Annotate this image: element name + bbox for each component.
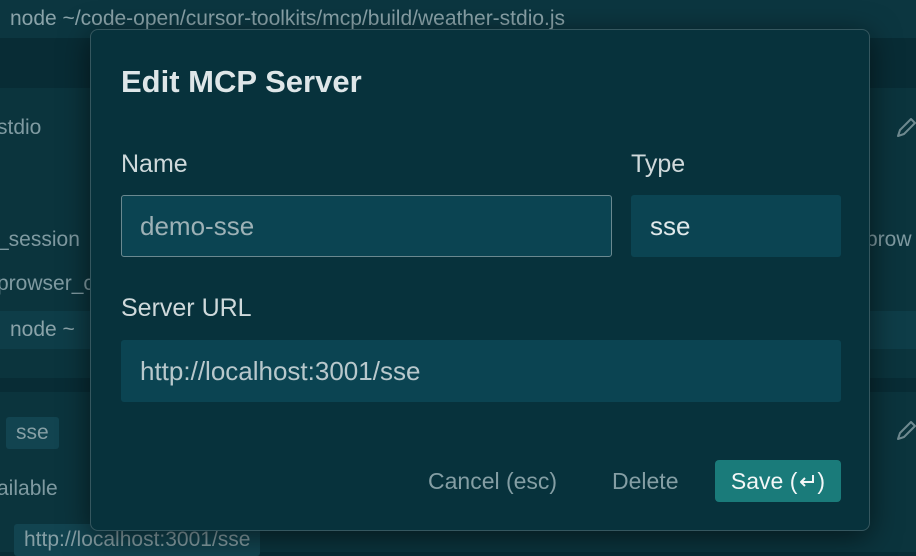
type-select[interactable]: sse — [631, 195, 841, 257]
save-button[interactable]: Save ( ) — [715, 460, 841, 502]
enter-icon — [800, 475, 815, 487]
delete-button[interactable]: Delete — [612, 460, 678, 502]
tool-session: _session — [0, 228, 80, 251]
server-url-input[interactable]: http://localhost:3001/sse — [121, 340, 841, 402]
pencil-icon[interactable] — [893, 418, 916, 444]
cancel-button[interactable]: Cancel (esc) — [428, 460, 557, 502]
server-type-stdio: stdio — [0, 116, 42, 139]
save-button-paren: ) — [817, 467, 826, 494]
command-text-top: node ~/code-open/cursor-toolkits/mcp/bui… — [10, 7, 566, 30]
edit-mcp-server-dialog: Edit MCP Server Name demo-sse Type sse S… — [90, 29, 870, 531]
dialog-title: Edit MCP Server — [121, 64, 362, 99]
server-url-label: Server URL — [121, 294, 252, 322]
name-label: Name — [121, 150, 188, 178]
tool-browser-left: prowser_c — [0, 272, 94, 295]
name-input[interactable]: demo-sse — [121, 195, 612, 257]
pencil-icon[interactable] — [893, 115, 916, 141]
server-status: ailable — [0, 477, 58, 500]
type-label: Type — [631, 150, 686, 178]
save-button-label: Save ( — [730, 467, 798, 494]
command-text-mid: node ~ — [10, 318, 75, 341]
server-type-chip: sse — [6, 417, 59, 449]
tool-browser-right: prow — [866, 228, 912, 251]
